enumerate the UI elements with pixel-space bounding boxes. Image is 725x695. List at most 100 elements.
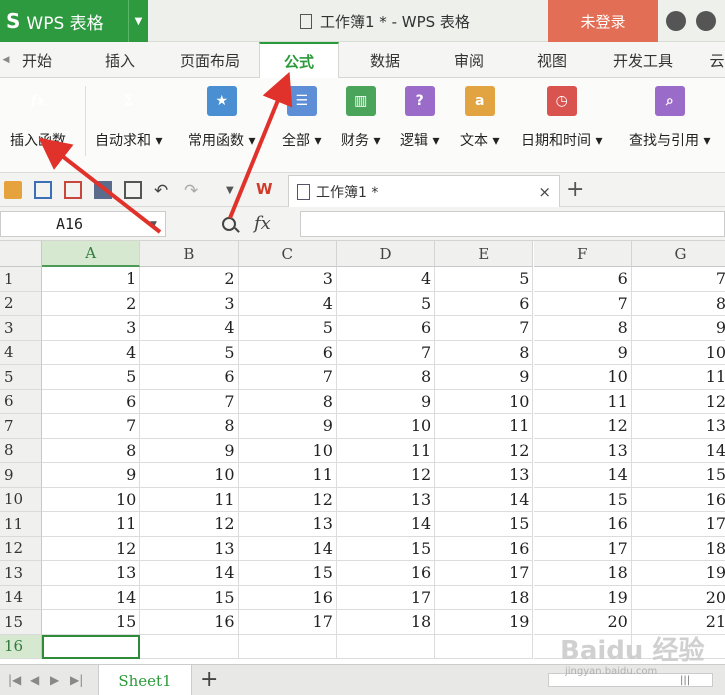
scroll-left-icon[interactable]: ◀ xyxy=(0,42,12,78)
tab-developer[interactable]: 开发工具 xyxy=(603,42,683,78)
table-cell[interactable]: 16 xyxy=(435,536,534,561)
table-cell[interactable]: 11 xyxy=(42,512,141,537)
prev-sheet-icon[interactable]: ◀ xyxy=(30,673,39,687)
column-header-d[interactable]: D xyxy=(336,241,436,267)
finance-functions-button[interactable]: ▥ 财务 ▾ xyxy=(341,86,380,150)
table-cell[interactable]: 13 xyxy=(336,487,436,512)
column-header-a[interactable]: A xyxy=(42,241,141,267)
autosum-button[interactable]: Σ 自动求和 ▾ xyxy=(95,86,162,150)
table-cell[interactable]: 9 xyxy=(336,389,436,414)
save-icon[interactable] xyxy=(34,181,52,199)
sheet-tab-sheet1[interactable]: Sheet1 xyxy=(98,665,192,695)
table-cell[interactable]: 3 xyxy=(42,316,141,341)
tab-data[interactable]: 数据 xyxy=(360,42,410,78)
table-cell[interactable]: 12 xyxy=(435,438,534,463)
table-cell[interactable]: 8 xyxy=(435,340,534,365)
table-cell[interactable]: 15 xyxy=(140,585,239,610)
chevron-down-icon[interactable]: ▼ xyxy=(128,0,148,42)
table-cell[interactable]: 15 xyxy=(238,561,337,586)
row-header-4[interactable]: 4 xyxy=(0,340,42,365)
open-folder-icon[interactable] xyxy=(4,181,22,199)
table-cell[interactable]: 10 xyxy=(42,487,141,512)
lookup-functions-button[interactable]: ⌕ 查找与引用 ▾ xyxy=(629,86,710,150)
table-cell[interactable]: 10 xyxy=(336,414,436,439)
row-header-14[interactable]: 14 xyxy=(0,585,42,610)
wps-app-menu-button[interactable]: S WPS 表格 ▼ xyxy=(0,0,148,42)
insert-function-fx-icon[interactable]: fx xyxy=(254,213,271,234)
chevron-down-icon[interactable]: ▼ xyxy=(150,220,157,230)
table-cell[interactable]: 16 xyxy=(238,585,337,610)
export-pdf-icon[interactable] xyxy=(64,181,82,199)
tab-formulas[interactable]: 公式 xyxy=(259,42,339,79)
table-cell[interactable]: 15 xyxy=(631,463,725,488)
table-cell[interactable]: 16 xyxy=(140,610,239,635)
table-cell[interactable]: 9 xyxy=(238,414,337,439)
table-cell[interactable] xyxy=(238,634,337,659)
table-cell[interactable]: 15 xyxy=(336,536,436,561)
table-cell[interactable]: 5 xyxy=(238,316,337,341)
table-cell[interactable]: 12 xyxy=(238,487,337,512)
table-cell[interactable]: 5 xyxy=(435,267,534,292)
document-tab[interactable]: 工作簿1 * × xyxy=(288,175,560,207)
table-cell[interactable]: 6 xyxy=(42,389,141,414)
table-cell[interactable]: 7 xyxy=(140,389,239,414)
table-cell[interactable]: 16 xyxy=(533,512,632,537)
row-header-13[interactable]: 13 xyxy=(0,561,42,586)
table-cell[interactable]: 4 xyxy=(42,340,141,365)
table-cell[interactable]: 9 xyxy=(435,365,534,390)
table-cell[interactable]: 15 xyxy=(42,610,141,635)
table-cell[interactable]: 13 xyxy=(42,561,141,586)
tab-review[interactable]: 审阅 xyxy=(444,42,494,78)
print-icon[interactable] xyxy=(94,181,112,199)
table-cell[interactable]: 17 xyxy=(238,610,337,635)
table-cell[interactable]: 18 xyxy=(533,561,632,586)
row-header-8[interactable]: 8 xyxy=(0,438,42,463)
all-functions-button[interactable]: ☰ 全部 ▾ xyxy=(282,86,321,150)
login-button[interactable]: 未登录 xyxy=(548,0,658,42)
row-header-15[interactable]: 15 xyxy=(0,610,42,635)
row-header-6[interactable]: 6 xyxy=(0,389,42,414)
tab-cloud[interactable]: 云 xyxy=(702,42,725,78)
table-cell[interactable]: 16 xyxy=(631,487,725,512)
table-cell[interactable]: 12 xyxy=(140,512,239,537)
table-cell[interactable]: 8 xyxy=(533,316,632,341)
settings-icon[interactable] xyxy=(696,11,716,31)
table-cell[interactable]: 6 xyxy=(533,267,632,292)
table-cell[interactable]: 17 xyxy=(435,561,534,586)
zoom-icon[interactable] xyxy=(222,217,236,231)
tab-home[interactable]: 开始 xyxy=(12,42,62,78)
table-cell[interactable]: 13 xyxy=(435,463,534,488)
table-cell[interactable]: 19 xyxy=(533,585,632,610)
table-cell[interactable]: 14 xyxy=(42,585,141,610)
table-cell[interactable]: 10 xyxy=(631,340,725,365)
scrollbar-grip-icon[interactable]: ||| xyxy=(680,675,690,686)
table-cell[interactable]: 13 xyxy=(631,414,725,439)
next-sheet-icon[interactable]: ▶ xyxy=(50,673,59,687)
table-cell[interactable]: 4 xyxy=(336,267,436,292)
table-cell[interactable]: 6 xyxy=(336,316,436,341)
tab-page-layout[interactable]: 页面布局 xyxy=(168,42,252,78)
table-cell[interactable]: 3 xyxy=(140,291,239,316)
table-cell[interactable]: 17 xyxy=(336,585,436,610)
row-header-1[interactable]: 1 xyxy=(0,267,42,292)
undo-icon[interactable]: ↶ xyxy=(154,181,172,201)
table-cell[interactable]: 14 xyxy=(336,512,436,537)
print-preview-icon[interactable] xyxy=(124,181,142,199)
table-cell[interactable]: 18 xyxy=(631,536,725,561)
table-cell[interactable]: 11 xyxy=(435,414,534,439)
row-header-3[interactable]: 3 xyxy=(0,316,42,341)
row-header-11[interactable]: 11 xyxy=(0,512,42,537)
table-cell[interactable]: 16 xyxy=(336,561,436,586)
table-cell[interactable]: 7 xyxy=(533,291,632,316)
table-cell[interactable]: 19 xyxy=(631,561,725,586)
formula-input[interactable] xyxy=(300,211,725,237)
table-cell[interactable]: 17 xyxy=(631,512,725,537)
table-cell[interactable]: 9 xyxy=(631,316,725,341)
table-cell[interactable]: 10 xyxy=(533,365,632,390)
column-header-e[interactable]: E xyxy=(435,241,534,267)
table-cell[interactable]: 7 xyxy=(631,267,725,292)
table-cell[interactable]: 3 xyxy=(238,267,337,292)
table-cell[interactable]: 7 xyxy=(238,365,337,390)
tab-view[interactable]: 视图 xyxy=(527,42,577,78)
logic-functions-button[interactable]: ? 逻辑 ▾ xyxy=(400,86,439,150)
